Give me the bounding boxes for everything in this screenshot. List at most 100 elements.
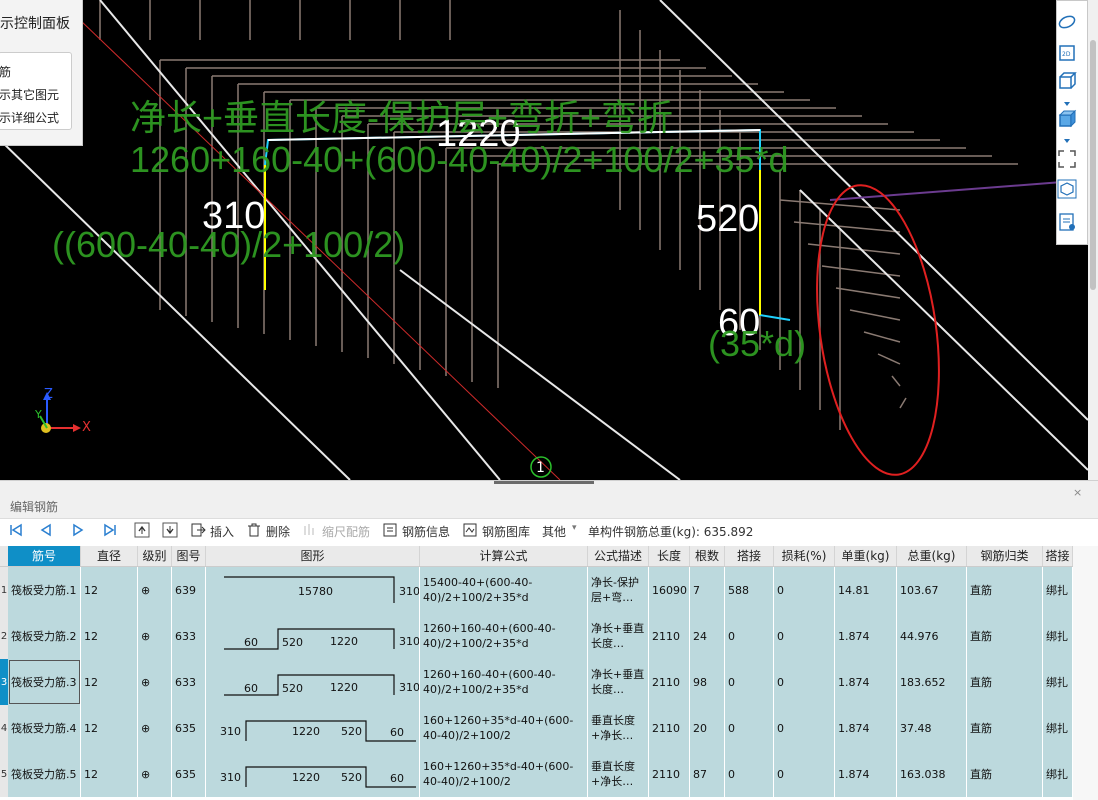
viewport-scrollbar[interactable] [1088, 0, 1098, 480]
cell-lapt[interactable]: 绑扎 [1043, 567, 1073, 613]
option-show-formula[interactable]: 示详细公式 [0, 109, 59, 126]
cell-count[interactable]: 20 [690, 705, 725, 751]
move-down-icon[interactable] [162, 522, 178, 538]
row-number[interactable]: 3 [0, 659, 8, 705]
row-number[interactable]: 1 [0, 567, 8, 613]
cell-shape[interactable]: 60 520 1220 310 [206, 613, 420, 659]
move-up-icon[interactable] [134, 522, 150, 538]
cell-fig[interactable]: 633 [172, 613, 206, 659]
cell-desc[interactable]: 垂直长度+净长… [588, 705, 649, 751]
column-header-shape[interactable]: 图形 [206, 546, 420, 566]
cell-unit[interactable]: 14.81 [835, 567, 897, 613]
cell-formula[interactable]: 15400-40+(600-40-40)/2+100/2+35*d [420, 567, 588, 613]
splitter-grip[interactable] [494, 481, 594, 484]
cell-lapt[interactable]: 绑扎 [1043, 705, 1073, 751]
first-record-icon[interactable] [8, 522, 24, 538]
rebar-info-button[interactable]: 钢筋信息 [402, 523, 450, 540]
cell-grade[interactable]: ⊕ [138, 613, 172, 659]
rotate-view-icon[interactable] [1057, 12, 1077, 32]
column-header-grade[interactable]: 级别 [138, 546, 172, 566]
scrollbar-thumb[interactable] [1090, 40, 1096, 290]
fullscreen-icon[interactable] [1057, 149, 1077, 169]
3d-viewport[interactable]: 1220 310 520 60 净长+垂直长度-保护层+弯折+弯折 1260+1… [0, 0, 1088, 480]
cell-fig[interactable]: 639 [172, 567, 206, 613]
cell-cat[interactable]: 直筋 [967, 659, 1043, 705]
column-header-lapt[interactable]: 搭接 [1043, 546, 1073, 566]
cell-lap[interactable]: 0 [725, 659, 774, 705]
cell-formula[interactable]: 1260+160-40+(600-40-40)/2+100/2+35*d [420, 659, 588, 705]
delete-button[interactable]: 删除 [266, 523, 290, 540]
table-row[interactable]: 2 筏板受力筋.2 12 ⊕ 633 60 520 1220 310 1260+160-40+(6… [0, 613, 1073, 660]
cell-len[interactable]: 2110 [649, 613, 690, 659]
insert-icon[interactable] [190, 522, 206, 538]
cell-shape[interactable]: 60 520 1220 310 [206, 659, 420, 705]
cell-name[interactable]: 筏板受力筋.1 [8, 567, 81, 613]
cell-dia[interactable]: 12 [81, 751, 138, 797]
cell-shape[interactable]: 310 1220 520 60 [206, 751, 420, 797]
cell-desc[interactable]: 垂直长度+净长… [588, 751, 649, 797]
insert-button[interactable]: 插入 [210, 523, 234, 540]
prev-record-icon[interactable] [38, 522, 54, 538]
view-2d-icon[interactable]: 2D [1057, 43, 1077, 63]
panel-splitter[interactable] [0, 480, 1098, 495]
table-row[interactable]: 3 筏板受力筋.3 12 ⊕ 633 60 520 1220 310 1260+160-40+(6… [0, 659, 1073, 706]
cell-fig[interactable]: 635 [172, 751, 206, 797]
cell-lapt[interactable]: 绑扎 [1043, 751, 1073, 797]
cell-len[interactable]: 2110 [649, 659, 690, 705]
cell-lap[interactable]: 0 [725, 705, 774, 751]
cell-desc[interactable]: 净长+垂直长度… [588, 659, 649, 705]
column-header-loss[interactable]: 损耗(%) [774, 546, 835, 566]
cell-name[interactable]: 筏板受力筋.5 [8, 751, 81, 797]
cell-unit[interactable]: 1.874 [835, 751, 897, 797]
rebar-info-icon[interactable] [382, 522, 398, 538]
cell-grade[interactable]: ⊕ [138, 659, 172, 705]
row-number[interactable]: 5 [0, 751, 8, 797]
property-list-icon[interactable] [1057, 212, 1077, 232]
rebar-library-button[interactable]: 钢筋图库 [482, 523, 530, 540]
cell-grade[interactable]: ⊕ [138, 567, 172, 613]
row-number[interactable]: 2 [0, 613, 8, 659]
cell-total[interactable]: 103.67 [897, 567, 967, 613]
cell-count[interactable]: 24 [690, 613, 725, 659]
dynamic-view-icon[interactable] [1057, 179, 1077, 199]
cell-formula[interactable]: 160+1260+35*d-40+(600-40-40)/2+100/2 [420, 705, 588, 751]
chevron-down-icon[interactable]: ▾ [572, 523, 577, 533]
solid-view-icon[interactable] [1057, 109, 1077, 129]
cell-shape[interactable]: 310 1220 520 60 [206, 705, 420, 751]
cell-desc[interactable]: 净长-保护层+弯… [588, 567, 649, 613]
cell-cat[interactable]: 直筋 [967, 567, 1043, 613]
cell-loss[interactable]: 0 [774, 751, 835, 797]
column-header-desc[interactable]: 公式描述 [588, 546, 649, 566]
rebar-library-icon[interactable] [462, 522, 478, 538]
cell-len[interactable]: 2110 [649, 705, 690, 751]
table-row[interactable]: 1 筏板受力筋.1 12 ⊕ 639 15780 310 15400-40+(600-40-4… [0, 567, 1073, 614]
cell-cat[interactable]: 直筋 [967, 705, 1043, 751]
cell-formula[interactable]: 1260+160-40+(600-40-40)/2+100/2+35*d [420, 613, 588, 659]
close-icon[interactable]: × [1073, 486, 1082, 499]
cell-count[interactable]: 7 [690, 567, 725, 613]
cell-grade[interactable]: ⊕ [138, 705, 172, 751]
column-header-cat[interactable]: 钢筋归类 [967, 546, 1043, 566]
cell-dia[interactable]: 12 [81, 567, 138, 613]
column-header-len[interactable]: 长度 [649, 546, 690, 566]
column-header-dia[interactable]: 直径(mm) [81, 546, 138, 566]
cell-name[interactable]: 筏板受力筋.3 [8, 659, 81, 705]
cell-len[interactable]: 16090 [649, 567, 690, 613]
row-number[interactable]: 4 [0, 705, 8, 751]
cell-loss[interactable]: 0 [774, 567, 835, 613]
cell-unit[interactable]: 1.874 [835, 659, 897, 705]
cell-fig[interactable]: 633 [172, 659, 206, 705]
cell-loss[interactable]: 0 [774, 705, 835, 751]
cell-unit[interactable]: 1.874 [835, 705, 897, 751]
cell-cat[interactable]: 直筋 [967, 613, 1043, 659]
column-header-total[interactable]: 总重(kg) [897, 546, 967, 566]
cell-lap[interactable]: 0 [725, 751, 774, 797]
cell-shape[interactable]: 15780 310 [206, 567, 420, 613]
cube-view-icon[interactable] [1057, 71, 1077, 91]
cell-desc[interactable]: 净长+垂直长度… [588, 613, 649, 659]
table-scrollbar[interactable] [1073, 546, 1098, 800]
option-show-others[interactable]: 示其它图元 [0, 86, 59, 103]
table-row[interactable]: 4 筏板受力筋.4 12 ⊕ 635 310 1220 520 60 160+1260+35*d-… [0, 705, 1073, 752]
column-header-count[interactable]: 根数 [690, 546, 725, 566]
column-header-unit[interactable]: 单重(kg) [835, 546, 897, 566]
